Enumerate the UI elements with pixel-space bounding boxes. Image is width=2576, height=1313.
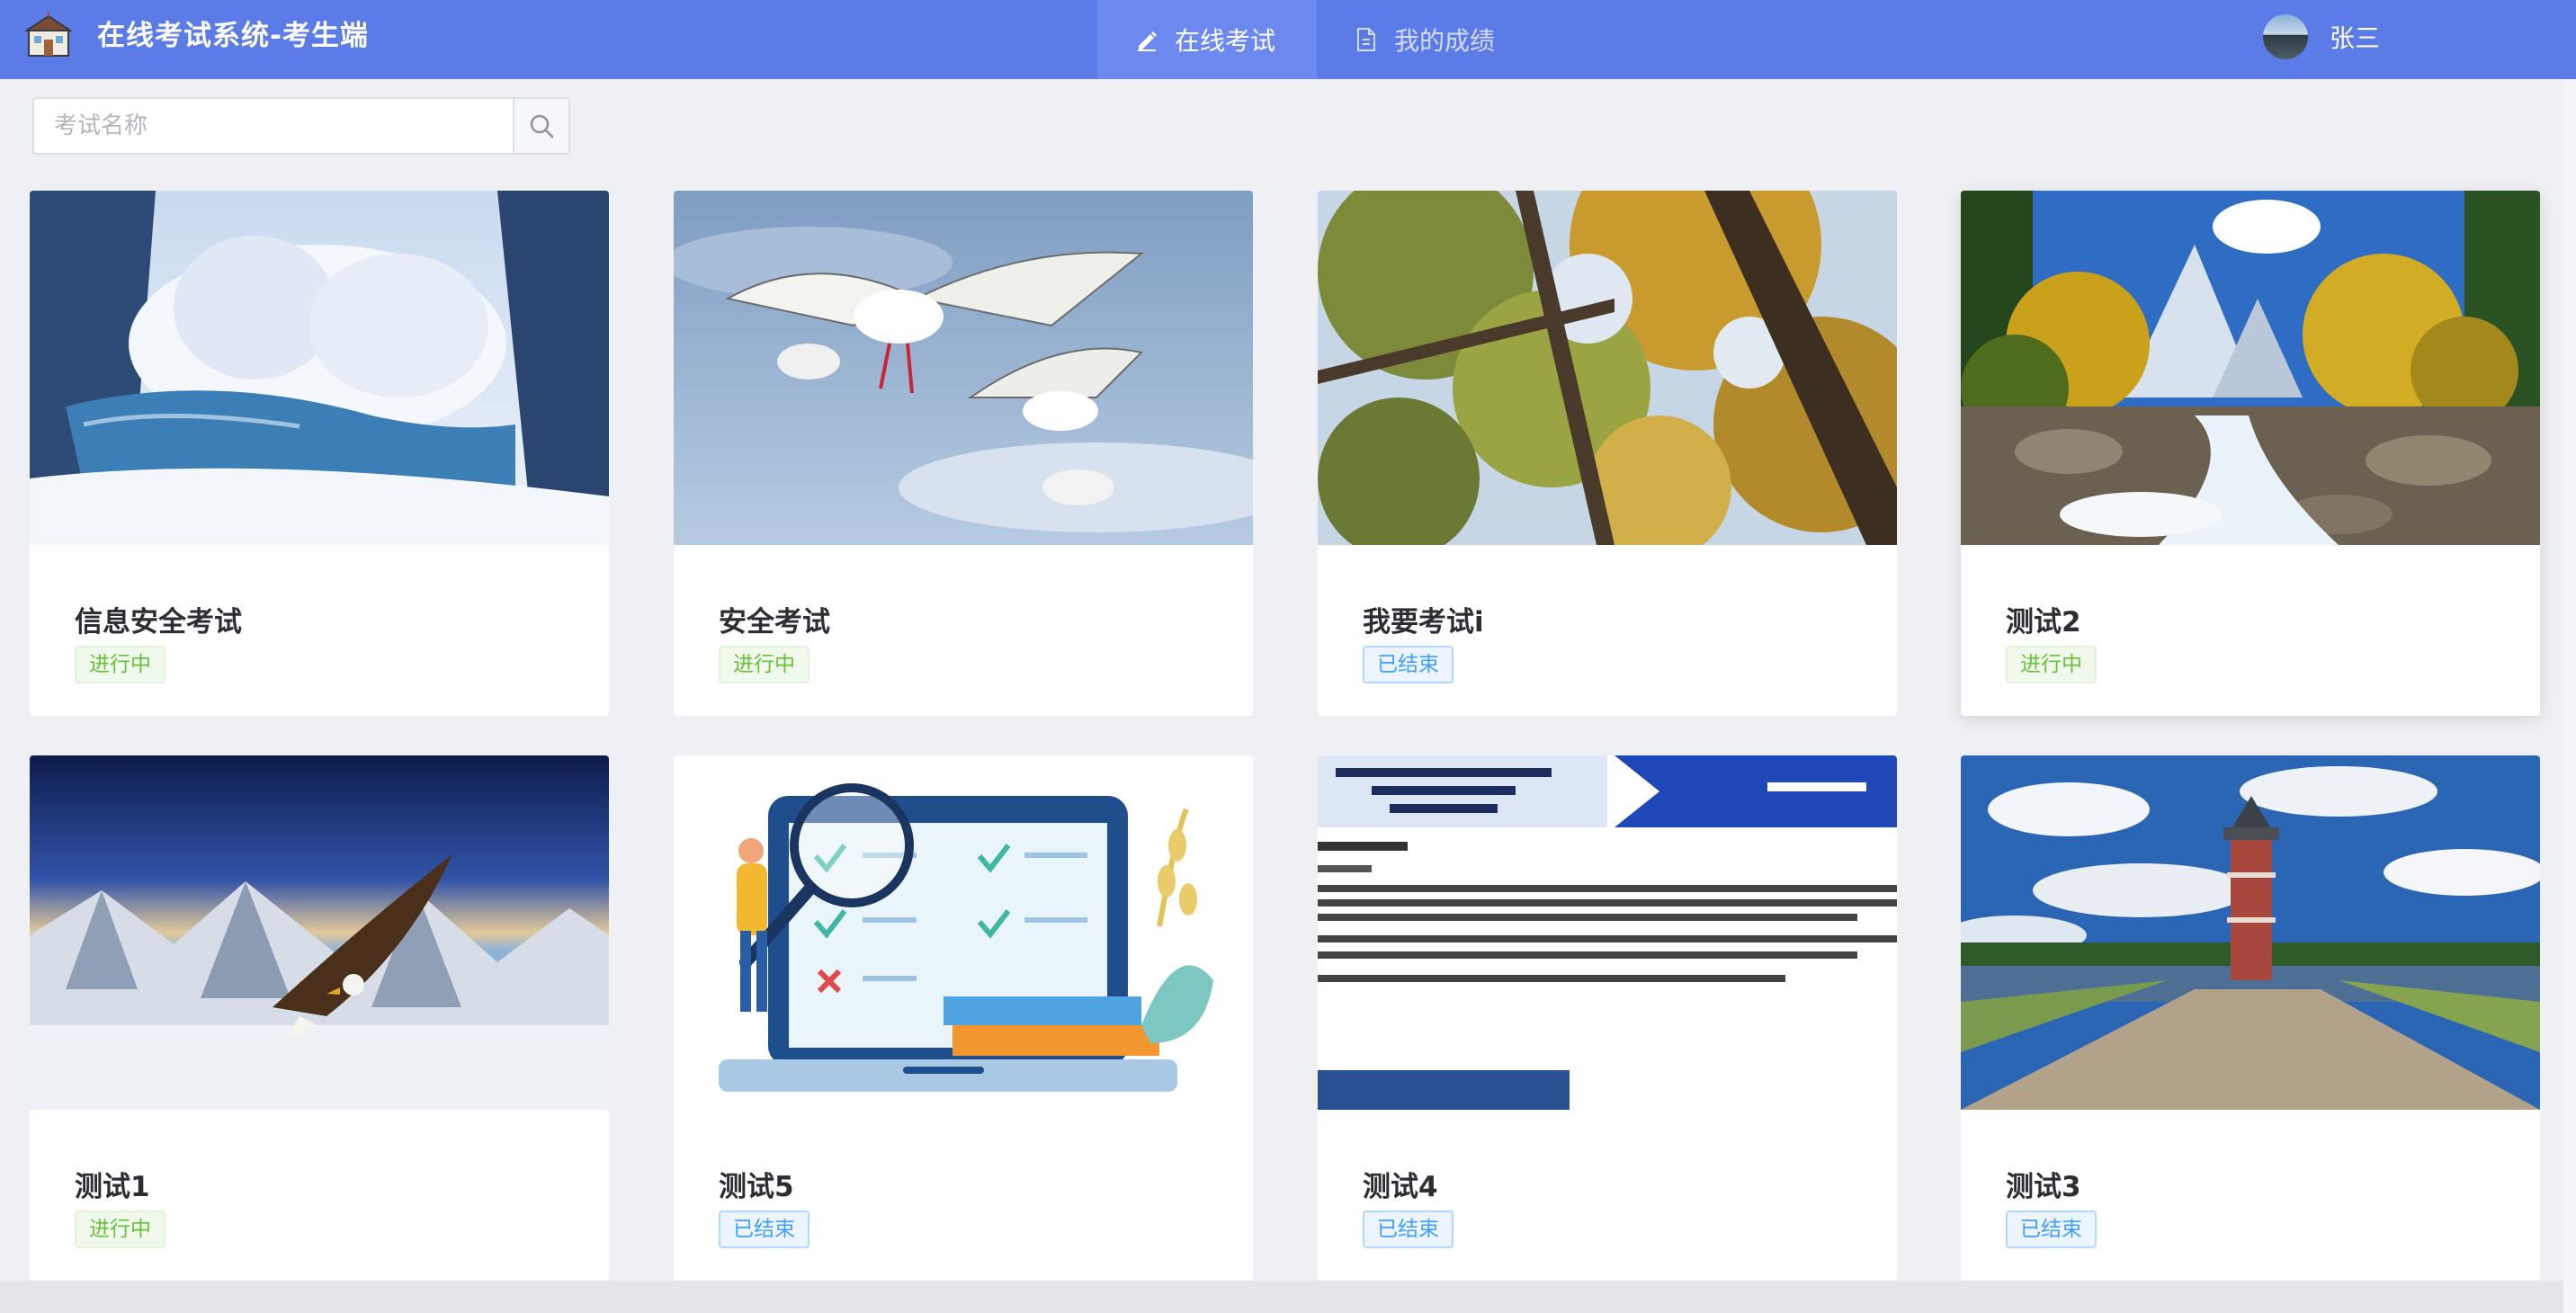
user-name: 张三 [2330, 23, 2381, 53]
exam-title: 信息安全考试 [75, 606, 242, 639]
user-menu[interactable]: 张三 [2263, 14, 2380, 59]
exam-title: 测试3 [2006, 1171, 2081, 1203]
exam-title: 测试1 [75, 1171, 150, 1203]
exam-card[interactable]: 测试5 已结束 [674, 755, 1253, 1281]
status-badge: 进行中 [719, 646, 809, 683]
search-input[interactable] [34, 99, 513, 153]
exam-title: 测试5 [719, 1171, 794, 1203]
exam-cover-image [674, 755, 1253, 1110]
search-icon [530, 114, 554, 138]
exam-cover-image [1318, 191, 1897, 545]
exam-card[interactable]: 我要考试i 已结束 [1318, 191, 1897, 716]
search-box [32, 97, 570, 155]
nav-online-exam[interactable]: 在线考试 [1097, 0, 1317, 79]
exam-title: 测试4 [1363, 1171, 1438, 1203]
status-badge: 进行中 [75, 1210, 165, 1248]
status-badge: 已结束 [2006, 1210, 2097, 1248]
status-badge: 已结束 [1363, 1210, 1453, 1248]
school-logo-icon[interactable] [25, 13, 72, 59]
exam-cover-image [1961, 755, 2540, 1110]
exam-card[interactable]: 信息安全考试 进行中 [30, 191, 609, 716]
edit-icon [1138, 31, 1157, 51]
exam-card[interactable]: 测试2 进行中 [1961, 191, 2540, 716]
app-title: 在线考试系统-考生端 [97, 20, 369, 52]
document-icon [1357, 28, 1375, 51]
exam-card[interactable]: 测试1 进行中 [30, 755, 609, 1281]
exam-card[interactable]: 测试3 已结束 [1961, 755, 2540, 1281]
exam-cover-image [30, 191, 609, 545]
exam-cover-image [1318, 755, 1897, 1110]
status-badge: 已结束 [719, 1210, 809, 1248]
exam-title: 测试2 [2006, 606, 2081, 639]
search-button[interactable] [513, 99, 568, 153]
page-bottom-edge [0, 1281, 2576, 1313]
exam-cover-image [30, 755, 609, 1110]
vertical-scrollbar[interactable] [2563, 79, 2576, 1313]
exam-cover-image [1961, 191, 2540, 545]
exam-title: 我要考试i [1363, 606, 1484, 639]
exam-cover-image [674, 191, 1253, 545]
avatar[interactable] [2263, 14, 2308, 59]
exam-title: 安全考试 [719, 606, 830, 639]
nav-my-scores[interactable]: 我的成绩 [1317, 0, 1515, 79]
status-badge: 进行中 [75, 646, 165, 683]
status-badge: 进行中 [2006, 646, 2097, 683]
nav-my-scores-label: 我的成绩 [1394, 26, 1496, 56]
exam-card[interactable]: 测试4 已结束 [1318, 755, 1897, 1281]
exam-card[interactable]: 安全考试 进行中 [674, 191, 1253, 716]
nav-online-exam-label: 在线考试 [1175, 26, 1276, 56]
status-badge: 已结束 [1363, 646, 1453, 683]
top-navbar: 在线考试系统-考生端 在线考试 我的成绩 张三 [0, 0, 2576, 79]
